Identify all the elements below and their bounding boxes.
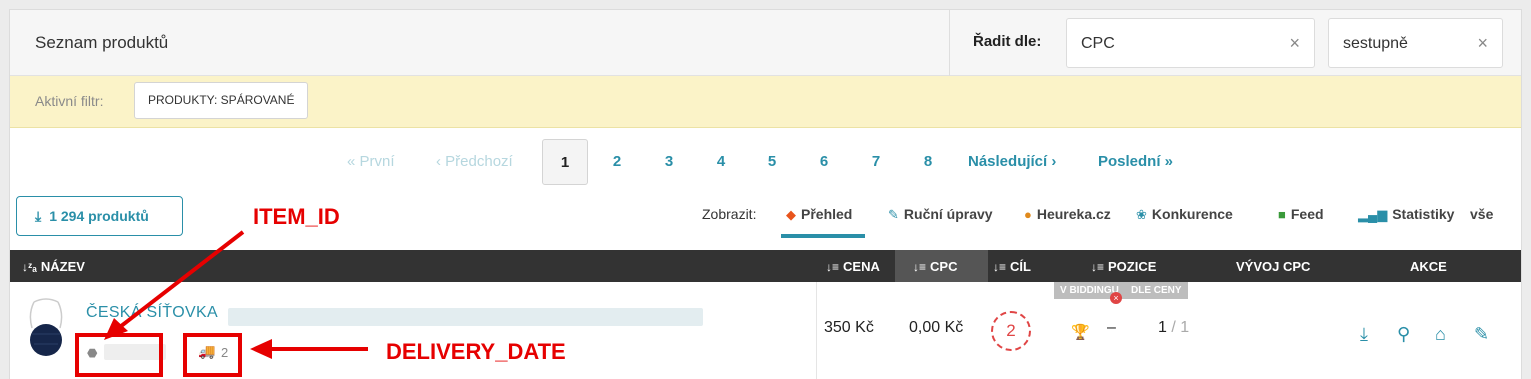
- column-price[interactable]: ↓≡ CENA: [826, 259, 880, 274]
- shop-icon[interactable]: ⌂: [1435, 324, 1446, 345]
- search-check-icon[interactable]: ⚲: [1397, 324, 1410, 345]
- column-name[interactable]: ↓ᶻₐ NÁZEV: [22, 259, 85, 274]
- pagination-page-8[interactable]: 8: [905, 139, 951, 185]
- fox-icon: ◆: [786, 207, 796, 222]
- sort-icon: ↓≡: [993, 260, 1007, 274]
- sort-icon: ↓≡: [913, 260, 927, 274]
- item-id-annotation-label: ITEM_ID: [253, 204, 340, 229]
- pagination-prev[interactable]: ‹ Předchozí: [436, 139, 513, 185]
- redacted-name-detail: [228, 308, 703, 326]
- product-list-panel: Seznam produktů Řadit dle: CPC × sestupn…: [9, 9, 1522, 379]
- pagination-next[interactable]: Následující ›: [968, 139, 1056, 185]
- position-total: / 1: [1171, 319, 1190, 336]
- tab-competition[interactable]: ❀ Konkurence: [1136, 206, 1233, 223]
- column-position-label: POZICE: [1108, 259, 1157, 274]
- delivery-date-annotation-label: DELIVERY_DATE: [386, 339, 566, 364]
- tab-heureka[interactable]: ● Heureka.cz: [1024, 206, 1111, 222]
- export-products-button[interactable]: ⤓ 1 294 produktů: [16, 196, 183, 236]
- edit-icon[interactable]: ✎: [1474, 324, 1489, 345]
- sort-icon: ↓≡: [1091, 260, 1105, 274]
- competition-icon: ❀: [1136, 207, 1147, 222]
- column-price-label: CENA: [843, 259, 880, 274]
- product-price: 350 Kč: [824, 319, 874, 336]
- page-title: Seznam produktů: [35, 33, 169, 52]
- column-goal-label: CÍL: [1010, 259, 1031, 274]
- pagination-page-3[interactable]: 3: [646, 139, 692, 185]
- stats-icon: ▂▄▆: [1358, 207, 1388, 222]
- tab-overview-label: Přehled: [801, 206, 853, 222]
- column-actions: AKCE: [1410, 259, 1447, 274]
- divider: [949, 10, 950, 76]
- sort-icon: ↓ᶻₐ: [22, 260, 37, 274]
- list-header: Seznam produktů Řadit dle: CPC × sestupn…: [10, 10, 1521, 76]
- trophy-icon: 🏆: [1071, 324, 1090, 341]
- filter-chip[interactable]: PRODUKTY: SPÁROVANÉ: [134, 82, 309, 119]
- bidding-value: –: [1107, 319, 1116, 336]
- pagination-last[interactable]: Poslední »: [1098, 139, 1173, 185]
- table-header: ↓ᶻₐ NÁZEV ↓≡ CENA ↓≡ CPC ↓≡ CÍL ↓≡ POZICE VÝV…: [10, 250, 1521, 282]
- product-thumbnail: [29, 298, 63, 356]
- sort-order-select[interactable]: sestupně ×: [1328, 18, 1503, 68]
- tab-all[interactable]: vše: [1470, 206, 1493, 222]
- goal-position[interactable]: 2: [991, 311, 1031, 351]
- view-label: Zobrazit:: [702, 206, 757, 222]
- tab-manual-edits-label: Ruční úpravy: [903, 206, 993, 222]
- tab-overview[interactable]: ◆ Přehled: [786, 206, 852, 223]
- product-cpc: 0,00 Kč: [909, 319, 964, 336]
- edit-icon: ✎: [888, 207, 899, 222]
- tab-statistics-label: Statistiky: [1392, 206, 1455, 222]
- badge-by-price: DLE CENY: [1125, 282, 1188, 299]
- pagination-page-2[interactable]: 2: [594, 139, 640, 185]
- sort-icon: ↓≡: [826, 260, 840, 274]
- tab-competition-label: Konkurence: [1151, 206, 1233, 222]
- product-name[interactable]: ČESKÁ SÍŤOVKA: [86, 304, 218, 322]
- tab-feed-label: Feed: [1290, 206, 1324, 222]
- active-tab-indicator: [781, 234, 865, 238]
- tab-statistics[interactable]: ▂▄▆ Statistiky: [1358, 206, 1454, 223]
- current-position: 1 / 1: [1158, 319, 1189, 337]
- active-filter-bar: Aktivní filtr: PRODUKTY: SPÁROVANÉ: [10, 76, 1521, 128]
- column-cpc[interactable]: ↓≡ CPC: [913, 259, 957, 274]
- divider: [816, 282, 817, 379]
- download-icon: ⤓: [35, 208, 42, 224]
- clear-sort-order-icon[interactable]: ×: [1477, 33, 1488, 54]
- position-value: 1: [1158, 319, 1167, 336]
- products-count: 1 294 produktů: [49, 208, 149, 224]
- sort-label: Řadit dle:: [973, 33, 1042, 50]
- close-icon: ×: [1110, 292, 1122, 304]
- pagination-page-1[interactable]: 1: [542, 139, 588, 185]
- heureka-search-icon: ●: [1024, 207, 1032, 222]
- pagination-page-5[interactable]: 5: [749, 139, 795, 185]
- pagination-page-4[interactable]: 4: [698, 139, 744, 185]
- column-cpc-label: CPC: [930, 259, 958, 274]
- download-icon[interactable]: ⤓: [1360, 324, 1368, 345]
- column-cpc-trend: VÝVOJ CPC: [1236, 259, 1311, 274]
- pagination-page-6[interactable]: 6: [801, 139, 847, 185]
- clear-sort-field-icon[interactable]: ×: [1289, 33, 1300, 54]
- sort-field-select[interactable]: CPC ×: [1066, 18, 1315, 68]
- filter-label: Aktivní filtr:: [35, 93, 104, 109]
- column-name-label: NÁZEV: [40, 259, 85, 274]
- item-id-highlight-box: [75, 333, 163, 377]
- feed-icon: ■: [1278, 207, 1286, 222]
- column-position[interactable]: ↓≡ POZICE: [1091, 259, 1156, 274]
- sort-order-value: sestupně: [1343, 35, 1408, 52]
- pagination-first[interactable]: « První: [347, 139, 395, 185]
- sort-field-value: CPC: [1081, 35, 1115, 52]
- tab-manual-edits[interactable]: ✎ Ruční úpravy: [888, 206, 993, 223]
- tab-heureka-label: Heureka.cz: [1036, 206, 1111, 222]
- tab-feed[interactable]: ■ Feed: [1278, 206, 1324, 222]
- pagination-page-7[interactable]: 7: [853, 139, 899, 185]
- delivery-highlight-box: [183, 333, 242, 377]
- column-goal[interactable]: ↓≡ CÍL: [993, 259, 1031, 274]
